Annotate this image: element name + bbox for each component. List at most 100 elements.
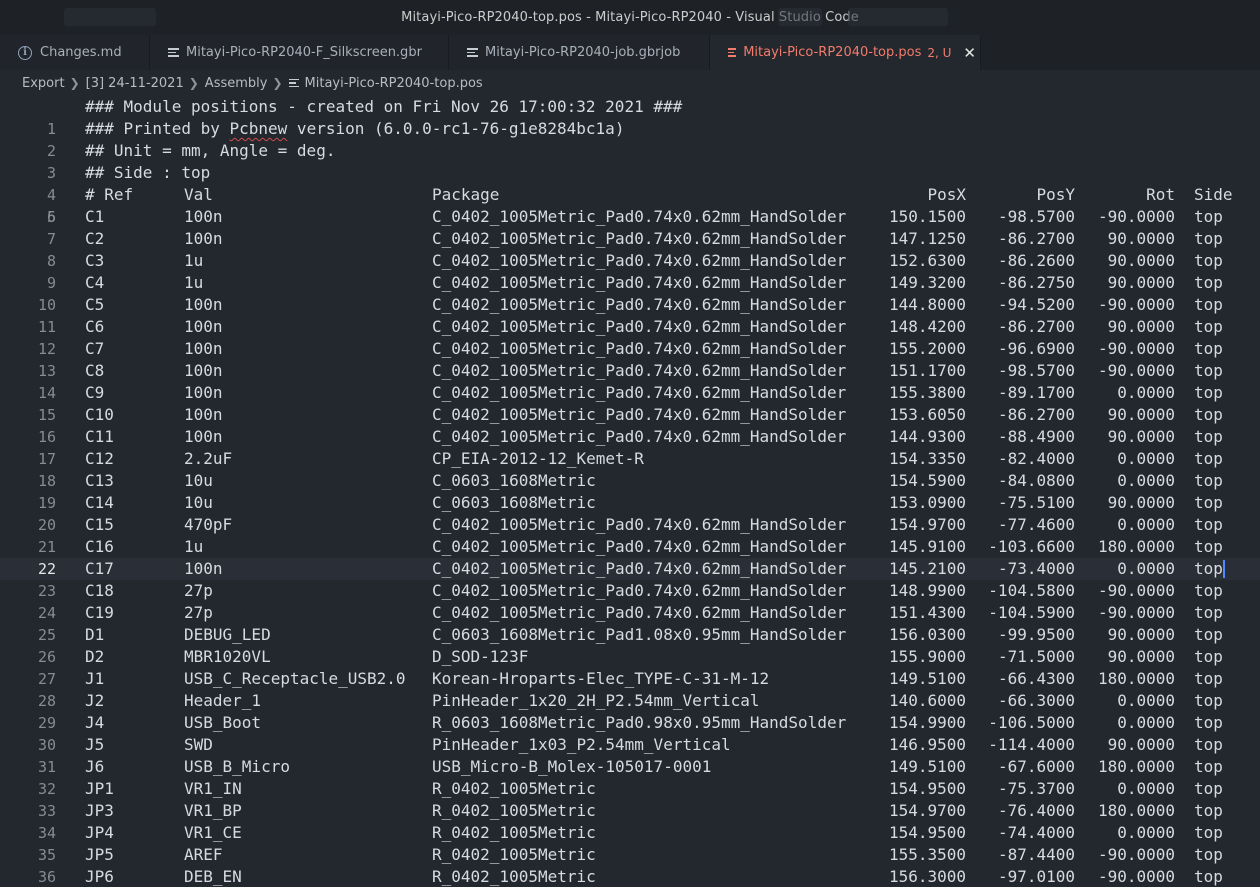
cell-rot: -90.0000 xyxy=(1097,339,1175,358)
cell-rot: 0.0000 xyxy=(1117,713,1175,732)
cell-val: 2.2uF xyxy=(184,449,233,468)
cell-posx: 144.8000 xyxy=(888,295,966,314)
cell-rot: 0.0000 xyxy=(1117,449,1175,468)
line-number: 35 xyxy=(37,846,56,864)
cell-package: C_0402_1005Metric_Pad0.74x0.62mm_HandSol… xyxy=(432,229,847,248)
breadcrumb-item[interactable]: Assembly xyxy=(205,76,268,91)
table-row[interactable]: 15 C10 100n C_0402_1005Metric_Pad0.74x0.62m… xyxy=(0,404,1260,426)
cell-package: C_0402_1005Metric_Pad0.74x0.62mm_HandSol… xyxy=(432,251,847,270)
table-row[interactable]: 10 C5 100n C_0402_1005Metric_Pad0.74x0.62mm… xyxy=(0,294,1260,316)
table-row[interactable]: 33 JP3 VR1_BP R_0402_1005Metric 154.9700 -76.… xyxy=(0,800,1260,822)
cell-val: DEBUG_LED xyxy=(184,625,271,644)
line-number: 15 xyxy=(37,406,56,424)
code-line[interactable]: 1 ### Module positions - created on Fri … xyxy=(0,96,1260,138)
table-row[interactable]: 7 C2 100n C_0402_1005Metric_Pad0.74x0.62mm_… xyxy=(0,228,1260,250)
breadcrumb-item[interactable]: [3] 24-11-2021 xyxy=(86,76,184,91)
table-row[interactable]: 11 C6 100n C_0402_1005Metric_Pad0.74x0.62mm… xyxy=(0,316,1260,338)
cell-posy: -98.5700 xyxy=(997,207,1075,226)
cell-package: Korean-Hroparts-Elec_TYPE-C-31-M-12 xyxy=(432,669,770,688)
line-number: 28 xyxy=(37,692,56,710)
cell-ref: D1 xyxy=(85,625,105,644)
cell-package: R_0402_1005Metric xyxy=(432,779,596,798)
table-row[interactable]: 31 J6 USB_B_Micro USB_Micro-B_Molex-105017-… xyxy=(0,756,1260,778)
cell-package: C_0402_1005Metric_Pad0.74x0.62mm_HandSol… xyxy=(432,515,847,534)
close-icon[interactable]: ✕ xyxy=(959,44,980,62)
cell-ref: J5 xyxy=(85,735,105,754)
line-number: 25 xyxy=(37,626,56,644)
cell-val: 10u xyxy=(184,471,213,490)
cell-rot: 90.0000 xyxy=(1107,735,1175,754)
table-row[interactable]: 16 C11 100n C_0402_1005Metric_Pad0.74x0.62m… xyxy=(0,426,1260,448)
cell-ref: J6 xyxy=(85,757,105,776)
table-row[interactable]: 30 J5 SWD PinHeader_1x03_P2.54mm_Vertical 14… xyxy=(0,734,1260,756)
code-line[interactable]: 3 ## Unit = mm, Angle = deg. xyxy=(0,140,1260,182)
table-row[interactable]: 12 C7 100n C_0402_1005Metric_Pad0.74x0.62mm… xyxy=(0,338,1260,360)
cell-side: top xyxy=(1194,515,1223,534)
cell-val: 27p xyxy=(184,581,213,600)
table-row[interactable]: 26 D2 MBR1020VL D_SOD-123F 155.9000 -71.5000 9… xyxy=(0,646,1260,668)
table-row[interactable]: 25 D1 DEBUG_LED C_0603_1608Metric_Pad1.08x0… xyxy=(0,624,1260,646)
table-row[interactable]: 14 C9 100n C_0402_1005Metric_Pad0.74x0.62mm… xyxy=(0,382,1260,404)
cell-package: C_0402_1005Metric_Pad0.74x0.62mm_HandSol… xyxy=(432,273,847,292)
table-row[interactable]: 8 C3 1u C_0402_1005Metric_Pad0.74x0.62mm_Ha… xyxy=(0,250,1260,272)
table-row[interactable]: 35 JP5 AREF R_0402_1005Metric 155.3500 -87.44… xyxy=(0,844,1260,866)
code-line[interactable]: 2 ### Printed by Pcbnew version (6.0.0-r… xyxy=(0,118,1260,160)
table-row[interactable]: 28 J2 Header_1 PinHeader_1x20_2H_P2.54mm_Ve… xyxy=(0,690,1260,712)
table-row[interactable]: 23 C18 27p C_0402_1005Metric_Pad0.74x0.62mm… xyxy=(0,580,1260,602)
cell-posy: -75.5100 xyxy=(997,493,1075,512)
table-row[interactable]: 6 C1 100n C_0402_1005Metric_Pad0.74x0.62mm_… xyxy=(0,206,1260,228)
cell-side: top xyxy=(1194,383,1223,402)
cell-side: top xyxy=(1194,669,1223,688)
cell-package: PinHeader_1x20_2H_P2.54mm_Vertical xyxy=(432,691,760,710)
cell-ref: J4 xyxy=(85,713,105,732)
table-row[interactable]: 34 JP4 VR1_CE R_0402_1005Metric 154.9500 -74.… xyxy=(0,822,1260,844)
cell-ref: C5 xyxy=(85,295,105,314)
cell-posy: -74.4000 xyxy=(997,823,1075,842)
code-line[interactable]: 4 ## Side : top xyxy=(0,162,1260,204)
line-number: 36 xyxy=(37,868,56,886)
cell-val: 100n xyxy=(184,317,223,336)
breadcrumb-item[interactable]: Export xyxy=(22,76,65,91)
cell-ref: JP3 xyxy=(85,801,114,820)
cell-package: R_0402_1005Metric xyxy=(432,823,596,842)
cell-side: top xyxy=(1194,317,1223,336)
table-row[interactable]: 29 J4 USB_Boot R_0603_1608Metric_Pad0.98x0.… xyxy=(0,712,1260,734)
cell-posx: 156.3000 xyxy=(888,867,966,886)
table-row[interactable]: 21 C16 1u C_0402_1005Metric_Pad0.74x0.62mm_… xyxy=(0,536,1260,558)
table-row[interactable]: 17 C12 2.2uF CP_EIA-2012-12_Kemet-R 154.3350… xyxy=(0,448,1260,470)
code-editor[interactable]: 1 ### Module positions - created on Fri … xyxy=(0,96,1260,887)
table-row[interactable]: 32 JP1 VR1_IN R_0402_1005Metric 154.9500 -75.… xyxy=(0,778,1260,800)
table-row[interactable]: 18 C13 10u C_0603_1608Metric 154.5900 -84.080… xyxy=(0,470,1260,492)
current-line[interactable]: 22 C17 100n C_0402_1005Metric_Pad0.74x0.62m… xyxy=(0,558,1260,580)
text-segment: ### Printed by xyxy=(85,119,230,138)
cell-rot: 90.0000 xyxy=(1107,251,1175,270)
table-row[interactable]: 24 C19 27p C_0402_1005Metric_Pad0.74x0.62mm… xyxy=(0,602,1260,624)
tab-changes-md[interactable]: i Changes.md xyxy=(0,35,150,70)
cell-posy: -103.6600 xyxy=(988,537,1075,556)
tab-job-gbrjob[interactable]: Mitayi-Pico-RP2040-job.gbrjob xyxy=(449,35,710,70)
cell-posy: -106.5000 xyxy=(988,713,1075,732)
column-header-line[interactable]: 5 # Ref Val Package PosX PosY Rot Side xyxy=(0,184,1260,226)
cell-ref: J2 xyxy=(85,691,105,710)
breadcrumb-item[interactable]: Mitayi-Pico-RP2040-top.pos xyxy=(305,76,483,91)
cell-posy: -104.5900 xyxy=(988,603,1075,622)
cell-val: 100n xyxy=(184,405,223,424)
cell-posx: 149.5100 xyxy=(888,669,966,688)
table-row[interactable]: 19 C14 10u C_0603_1608Metric 153.0900 -75.510… xyxy=(0,492,1260,514)
cell-val: VR1_IN xyxy=(184,779,242,798)
cell-posx: 155.3800 xyxy=(888,383,966,402)
cell-posy: -82.4000 xyxy=(997,449,1075,468)
table-row[interactable]: 36 JP6 DEB_EN R_0402_1005Metric 156.3000 -97.… xyxy=(0,866,1260,887)
cell-posy: -71.5000 xyxy=(997,647,1075,666)
tab-silkscreen-gbr[interactable]: Mitayi-Pico-RP2040-F_Silkscreen.gbr xyxy=(150,35,449,70)
table-row[interactable]: 9 C4 1u C_0402_1005Metric_Pad0.74x0.62mm_Ha… xyxy=(0,272,1260,294)
table-row[interactable]: 20 C15 470pF C_0402_1005Metric_Pad0.74x0.62… xyxy=(0,514,1260,536)
table-row[interactable]: 13 C8 100n C_0402_1005Metric_Pad0.74x0.62mm… xyxy=(0,360,1260,382)
line-number: 12 xyxy=(37,340,56,358)
cell-package: C_0402_1005Metric_Pad0.74x0.62mm_HandSol… xyxy=(432,339,847,358)
cell-side: top xyxy=(1194,207,1223,226)
cell-package: C_0402_1005Metric_Pad0.74x0.62mm_HandSol… xyxy=(432,317,847,336)
tab-top-pos[interactable]: Mitayi-Pico-RP2040-top.pos 2, U ✕ xyxy=(710,35,981,70)
cell-ref: D2 xyxy=(85,647,105,666)
table-row[interactable]: 27 J1 USB_C_Receptacle_USB2.0 Korean-Hropar… xyxy=(0,668,1260,690)
